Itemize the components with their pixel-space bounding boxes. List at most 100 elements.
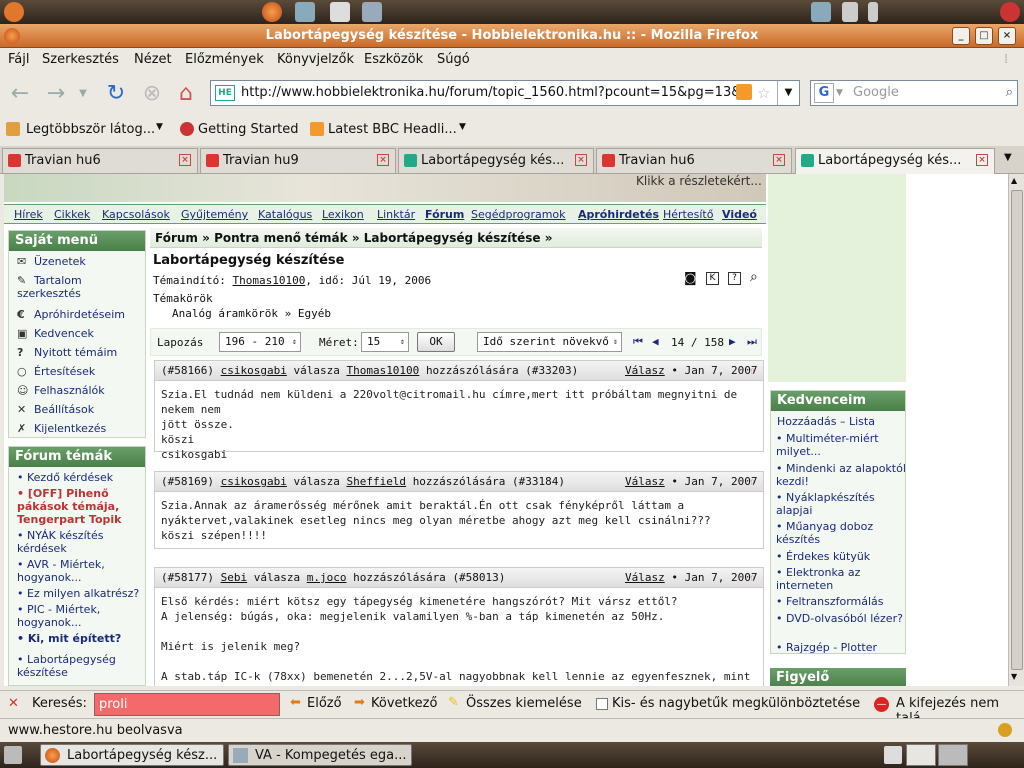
- nav-katalogus[interactable]: Katalógus: [258, 208, 312, 221]
- close-findbar-icon[interactable]: ✕: [8, 696, 19, 711]
- trash-icon[interactable]: [884, 746, 902, 764]
- nav-gyujtemeny[interactable]: Gyűjtemény: [181, 208, 248, 221]
- url-dropdown-icon[interactable]: ▼: [777, 81, 799, 105]
- reply-link[interactable]: Válasz: [625, 475, 665, 488]
- tab-list-dropdown-icon[interactable]: ▼: [1004, 152, 1012, 163]
- forum-topic-item[interactable]: • Kezdő kérdések: [17, 471, 143, 484]
- k-icon[interactable]: K: [706, 272, 719, 285]
- breadcrumb-pontra[interactable]: Pontra menő témák: [214, 231, 348, 245]
- window-tray-icon[interactable]: [842, 2, 858, 22]
- add-favorite-link[interactable]: Hozzáadás: [777, 415, 837, 428]
- taskbar-item-other[interactable]: VA - Kompegetés ega...: [228, 744, 412, 766]
- menu-nyitott-temaim[interactable]: ? Nyitott témáim: [17, 346, 117, 359]
- prev-page-icon[interactable]: ◀: [652, 335, 659, 348]
- menu-ertesitesek[interactable]: ○ Értesítések: [17, 365, 95, 378]
- menu-aprohirdeteseim[interactable]: € Apróhirdetéseim: [17, 308, 125, 321]
- nav-hirek[interactable]: Hírek: [14, 208, 43, 221]
- favorite-item[interactable]: • Elektronka az interneten: [776, 566, 911, 592]
- tab-close-icon[interactable]: ×: [377, 154, 389, 166]
- tab-travian-hu6-2[interactable]: Travian hu6 ×: [596, 148, 792, 173]
- nav-segedprogramok[interactable]: Segédprogramok: [471, 208, 566, 221]
- nav-cikkek[interactable]: Cikkek: [54, 208, 90, 221]
- workspace-switcher-1[interactable]: [906, 744, 936, 766]
- nav-video[interactable]: Videó: [722, 208, 757, 221]
- addon-status-icon[interactable]: [998, 723, 1012, 737]
- ubuntu-menu-icon[interactable]: [4, 2, 24, 22]
- tab-close-icon[interactable]: ×: [575, 154, 587, 166]
- breadcrumb-topic[interactable]: Labortápegység készítése: [364, 231, 541, 245]
- favorite-item[interactable]: • DVD-olvasóból lézer?: [776, 612, 911, 625]
- arrow-up-icon[interactable]: ⇧: [749, 361, 756, 381]
- page-scrollbar[interactable]: ▲ ▼: [1008, 174, 1024, 686]
- page-range-select[interactable]: 196 - 210 ⇕: [219, 332, 301, 352]
- size-select[interactable]: 15 ⇕: [361, 332, 409, 352]
- topic-categories[interactable]: Analóg áramkörök » Egyéb: [172, 307, 331, 320]
- nav-linktar[interactable]: Linktár: [377, 208, 415, 221]
- nav-hertesito[interactable]: Hértesítő: [663, 208, 713, 221]
- favorite-item[interactable]: • Multiméter-miért milyet...: [776, 432, 911, 458]
- history-dropdown-button[interactable]: ▼: [74, 80, 92, 108]
- url-text[interactable]: http://www.hobbielektronika.hu/forum/top…: [241, 85, 750, 100]
- close-button[interactable]: ×: [998, 27, 1016, 45]
- favorite-item[interactable]: • Rajzgép - Plotter: [776, 641, 911, 654]
- workspace-switcher-2[interactable]: [938, 744, 968, 766]
- tab-close-icon[interactable]: ×: [179, 154, 191, 166]
- find-next-button[interactable]: Következő: [371, 696, 437, 711]
- tab-labortapegyseg[interactable]: Labortápegység kés... ×: [398, 148, 594, 173]
- firefox-icon[interactable]: [4, 28, 20, 44]
- reply-link[interactable]: Válasz: [625, 364, 665, 377]
- menu-kijelentkezes[interactable]: ✗ Kijelentkezés: [17, 422, 106, 435]
- arrow-up-icon[interactable]: ⇧: [749, 472, 756, 492]
- back-button[interactable]: ←: [6, 80, 34, 108]
- favorite-item[interactable]: • Mindenki az alapoktól kezdi!: [776, 462, 911, 488]
- next-page-icon[interactable]: ▶: [729, 335, 736, 348]
- maximize-button[interactable]: □: [975, 27, 993, 45]
- reply-link[interactable]: Válasz: [625, 571, 665, 584]
- google-engine-icon[interactable]: G: [814, 83, 834, 103]
- forum-topic-item[interactable]: • NYÁK készítés kérdések: [17, 529, 143, 555]
- taskbar-item-firefox[interactable]: Labortápegység kész...: [40, 744, 224, 766]
- forum-topic-item[interactable]: • AVR - Miértek, hogyanok...: [17, 558, 143, 584]
- menu-file[interactable]: Fájl: [8, 52, 29, 67]
- ok-button[interactable]: OK: [417, 332, 455, 352]
- sort-select[interactable]: Idő szerint növekvő ⇕: [477, 332, 622, 352]
- first-page-icon[interactable]: ⏮: [633, 335, 643, 349]
- users-tray-icon[interactable]: [811, 2, 831, 22]
- firefox-launcher-icon[interactable]: [262, 2, 282, 22]
- menu-felhasznalok[interactable]: ☺ Felhasználók: [17, 384, 105, 397]
- power-icon[interactable]: [1000, 2, 1020, 22]
- menu-uzenetek[interactable]: ✉ Üzenetek: [17, 255, 86, 268]
- rss-icon[interactable]: [736, 84, 752, 100]
- scrollbar-thumb[interactable]: [1011, 190, 1023, 670]
- tab-close-icon[interactable]: ×: [773, 154, 785, 166]
- bookmark-most-visited[interactable]: Legtöbbször látog...: [26, 122, 155, 137]
- tab-travian-hu9[interactable]: Travian hu9 ×: [200, 148, 396, 173]
- banner-text[interactable]: Klikk a részletekért...: [636, 174, 762, 188]
- tab-close-icon[interactable]: ×: [976, 154, 988, 166]
- match-case-checkbox[interactable]: [596, 698, 608, 710]
- show-desktop-icon[interactable]: [4, 746, 22, 764]
- bookmark-bbc[interactable]: Latest BBC Headli...: [328, 122, 457, 137]
- nav-aprohirdetes[interactable]: Apróhirdetés: [578, 208, 659, 221]
- tab-labortapegyseg-active[interactable]: Labortápegység kés... ×: [795, 148, 995, 175]
- forum-topic-item[interactable]: • PIC - Miértek, hogyanok...: [17, 603, 143, 629]
- home-button[interactable]: ⌂: [172, 80, 200, 108]
- site-banner[interactable]: Klikk a részletekért...: [4, 174, 766, 202]
- topic-starter-link[interactable]: Thomas10100: [232, 274, 305, 287]
- volume-icon[interactable]: [868, 2, 878, 22]
- forum-topic-item[interactable]: • Labortápegység készítése: [17, 653, 143, 679]
- highlight-all-button[interactable]: Összes kiemelése: [466, 696, 582, 711]
- users-launcher-icon[interactable]: [295, 2, 315, 22]
- engine-dropdown-icon[interactable]: ▼: [836, 81, 843, 105]
- favorite-item[interactable]: • Műanyag doboz készítés: [776, 520, 911, 546]
- forum-topic-item[interactable]: • Ki, mit épített?: [17, 632, 143, 645]
- arrow-up-icon[interactable]: ⇧: [749, 568, 756, 588]
- right-ad-area[interactable]: [768, 174, 906, 382]
- post-replyto-link[interactable]: Thomas10100: [346, 364, 419, 377]
- notes-launcher-icon[interactable]: [330, 2, 350, 22]
- forward-button[interactable]: →: [42, 80, 70, 108]
- bookmark-getting-started[interactable]: Getting Started: [198, 122, 299, 137]
- menu-help[interactable]: Súgó: [437, 52, 470, 67]
- search-bar[interactable]: G ▼ Google ⌕: [810, 80, 1018, 106]
- scroll-down-icon[interactable]: ▼: [1011, 672, 1017, 681]
